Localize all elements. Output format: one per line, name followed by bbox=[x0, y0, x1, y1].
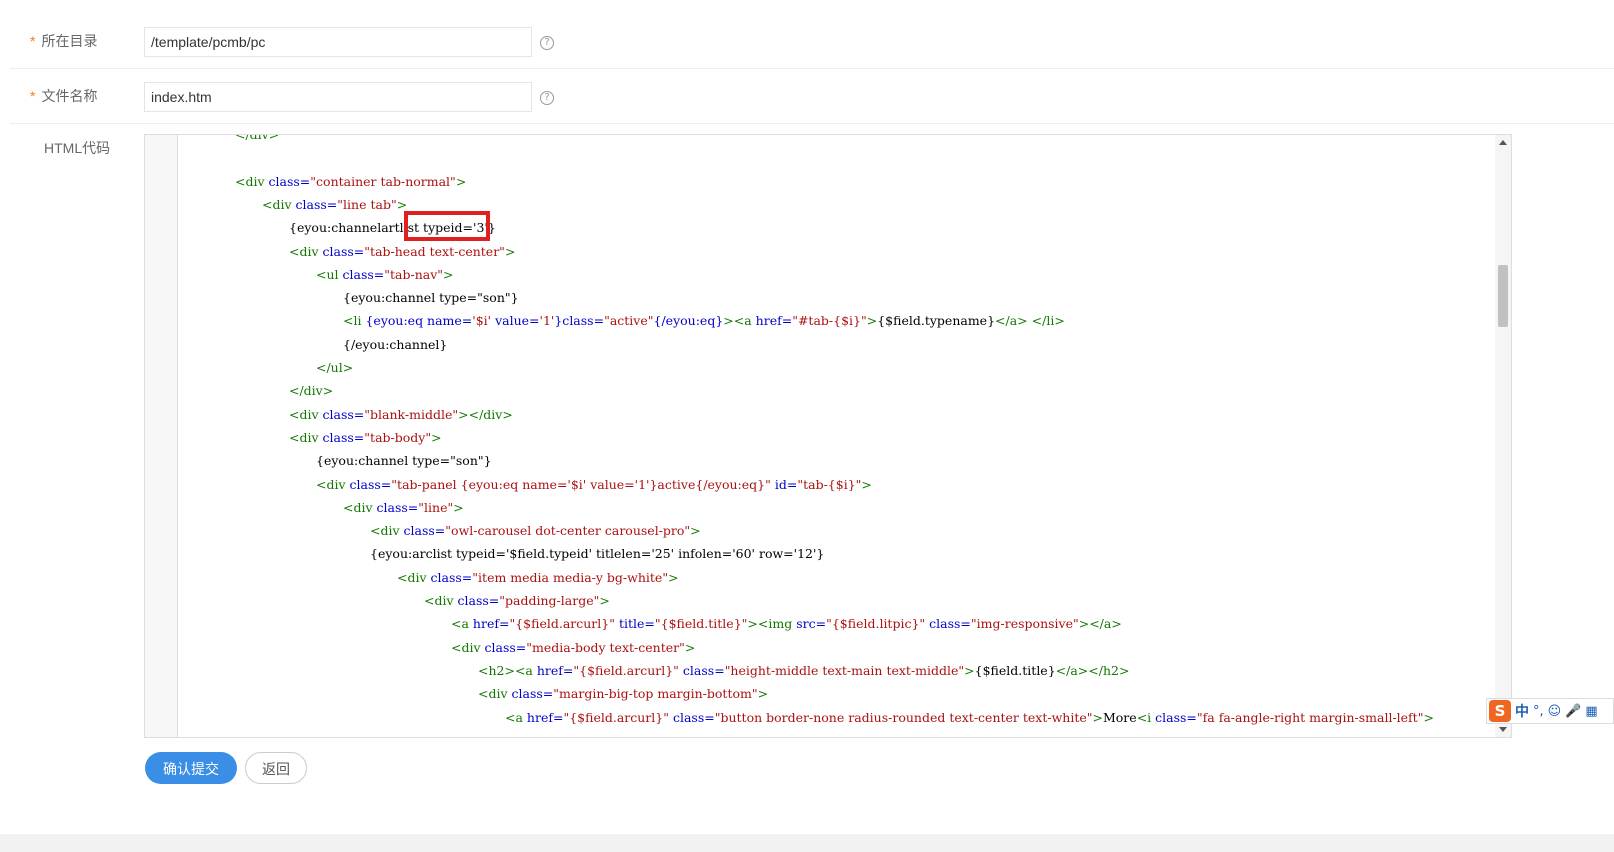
code-text: <div class="tab-panel {eyou:eq name='$i'… bbox=[316, 476, 872, 492]
submit-button[interactable]: 确认提交 bbox=[145, 752, 237, 784]
code-editor[interactable]: 46</div>4748<div class="container tab-no… bbox=[144, 134, 1512, 738]
code-text: {/eyou:channel} bbox=[343, 336, 448, 352]
code-line[interactable]: 52<ul class="tab-nav"> bbox=[316, 263, 454, 287]
code-line[interactable]: 61<div class="tab-panel {eyou:eq name='$… bbox=[316, 473, 872, 497]
code-line[interactable]: 50{eyou:channelartlist typeid='3'} bbox=[289, 216, 496, 240]
code-text: <ul class="tab-nav"> bbox=[316, 266, 454, 282]
scroll-up-arrow-icon[interactable] bbox=[1499, 140, 1507, 145]
code-text: {eyou:channel type="son"} bbox=[316, 453, 492, 469]
sogou-logo-icon[interactable]: S bbox=[1489, 700, 1511, 722]
code-text: <div class="blank-middle"></div> bbox=[289, 406, 513, 422]
code-text: <li {eyou:eq name='$i' value='1'}class="… bbox=[343, 313, 1065, 329]
back-button[interactable]: 返回 bbox=[245, 752, 307, 784]
filename-input[interactable]: index.htm bbox=[144, 82, 532, 112]
directory-label-text: 所在目录 bbox=[41, 33, 98, 49]
directory-input[interactable]: /template/pcmb/pc bbox=[144, 27, 532, 57]
directory-label: * 所在目录 bbox=[30, 14, 97, 68]
code-line[interactable]: 48<div class="container tab-normal"> bbox=[235, 170, 466, 194]
code-line[interactable]: 55{/eyou:channel} bbox=[343, 333, 447, 357]
code-line[interactable]: 70<div class="margin-big-top margin-bott… bbox=[478, 682, 768, 706]
question-circle-icon[interactable]: ? bbox=[540, 91, 554, 105]
filename-label: * 文件名称 bbox=[30, 69, 97, 123]
code-line[interactable]: 63<div class="owl-carousel dot-center ca… bbox=[370, 519, 701, 543]
emoji-icon[interactable]: ☺ bbox=[1548, 704, 1562, 719]
footer-bar bbox=[0, 834, 1614, 852]
required-mark: * bbox=[30, 33, 36, 49]
code-text: </ul> bbox=[316, 360, 354, 375]
code-text: <div class="tab-head text-center"> bbox=[289, 243, 516, 259]
code-area[interactable]: 46</div>4748<div class="container tab-no… bbox=[178, 135, 1495, 737]
code-line[interactable]: 66<div class="padding-large"> bbox=[424, 589, 610, 613]
filename-row: * 文件名称 index.htm ? bbox=[10, 68, 1614, 124]
ime-toolbar[interactable]: S 中 °, ☺ 🎤 ▦ bbox=[1486, 698, 1614, 724]
code-line[interactable]: 68<div class="media-body text-center"> bbox=[451, 636, 695, 660]
code-text: </div> bbox=[235, 135, 279, 142]
ime-mode-toggle[interactable]: 中 bbox=[1515, 701, 1529, 721]
code-line[interactable]: 65<div class="item media media-y bg-whit… bbox=[397, 566, 679, 590]
code-line[interactable]: 62<div class="line"> bbox=[343, 496, 464, 520]
directory-row: * 所在目录 /template/pcmb/pc ? bbox=[10, 14, 1614, 68]
code-text: <div class="item media media-y bg-white"… bbox=[397, 569, 679, 585]
code-text: <div class="tab-body"> bbox=[289, 429, 442, 445]
code-text: <div class="container tab-normal"> bbox=[235, 173, 467, 189]
code-text: <div class="padding-large"> bbox=[424, 593, 610, 608]
line-number-gutter bbox=[145, 135, 178, 737]
keyboard-grid-icon[interactable]: ▦ bbox=[1585, 704, 1597, 719]
code-text: {eyou:arclist typeid='$field.typeid' tit… bbox=[370, 546, 825, 562]
code-line[interactable]: 67<a href="{$field.arcurl}" title="{$fie… bbox=[451, 612, 1122, 636]
code-text: <div class="line"> bbox=[343, 499, 464, 515]
microphone-icon[interactable]: 🎤 bbox=[1565, 704, 1581, 719]
code-text: <div class="owl-carousel dot-center caro… bbox=[370, 523, 701, 539]
code-line[interactable]: 46</div> bbox=[235, 135, 279, 147]
code-line[interactable]: 64{eyou:arclist typeid='$field.typeid' t… bbox=[370, 542, 824, 566]
code-line[interactable]: 69<h2><a href="{$field.arcurl}" class="h… bbox=[478, 659, 1129, 683]
code-line[interactable]: 56</ul> bbox=[316, 356, 353, 380]
code-text: <a href="{$field.arcurl}" class="button … bbox=[505, 709, 1434, 725]
punctuation-icon[interactable]: °, bbox=[1533, 704, 1544, 719]
required-mark: * bbox=[30, 88, 36, 104]
code-line[interactable]: 53{eyou:channel type="son"} bbox=[343, 286, 519, 310]
code-text: <a href="{$field.arcurl}" title="{$field… bbox=[451, 616, 1122, 632]
vertical-scrollbar[interactable] bbox=[1495, 135, 1511, 737]
scroll-down-arrow-icon[interactable] bbox=[1499, 727, 1507, 732]
code-line[interactable]: 49<div class="line tab"> bbox=[262, 193, 407, 217]
code-text: <div class="line tab"> bbox=[262, 196, 408, 212]
code-text: <div class="media-body text-center"> bbox=[451, 639, 696, 655]
code-text: <div class="margin-big-top margin-bottom… bbox=[478, 686, 769, 702]
code-line[interactable]: 58<div class="blank-middle"></div> bbox=[289, 403, 513, 427]
filename-label-text: 文件名称 bbox=[41, 88, 98, 104]
html-code-label: HTML代码 bbox=[44, 140, 111, 156]
code-line[interactable]: 71<a href="{$field.arcurl}" class="butto… bbox=[505, 706, 1434, 730]
scrollbar-thumb[interactable] bbox=[1498, 265, 1508, 327]
code-text: <h2><a href="{$field.arcurl}" class="hei… bbox=[478, 662, 1130, 678]
code-text: </div> bbox=[289, 383, 334, 399]
code-text: {eyou:channelartlist typeid='3'} bbox=[289, 220, 496, 236]
code-line[interactable]: 51<div class="tab-head text-center"> bbox=[289, 240, 515, 264]
code-line[interactable]: 57</div> bbox=[289, 379, 333, 403]
code-line[interactable]: 54<li {eyou:eq name='$i' value='1'}class… bbox=[343, 309, 1065, 333]
code-line[interactable]: 60{eyou:channel type="son"} bbox=[316, 449, 492, 473]
code-text: {eyou:channel type="son"} bbox=[343, 290, 519, 306]
code-line[interactable]: 59<div class="tab-body"> bbox=[289, 426, 442, 450]
question-circle-icon[interactable]: ? bbox=[540, 36, 554, 50]
